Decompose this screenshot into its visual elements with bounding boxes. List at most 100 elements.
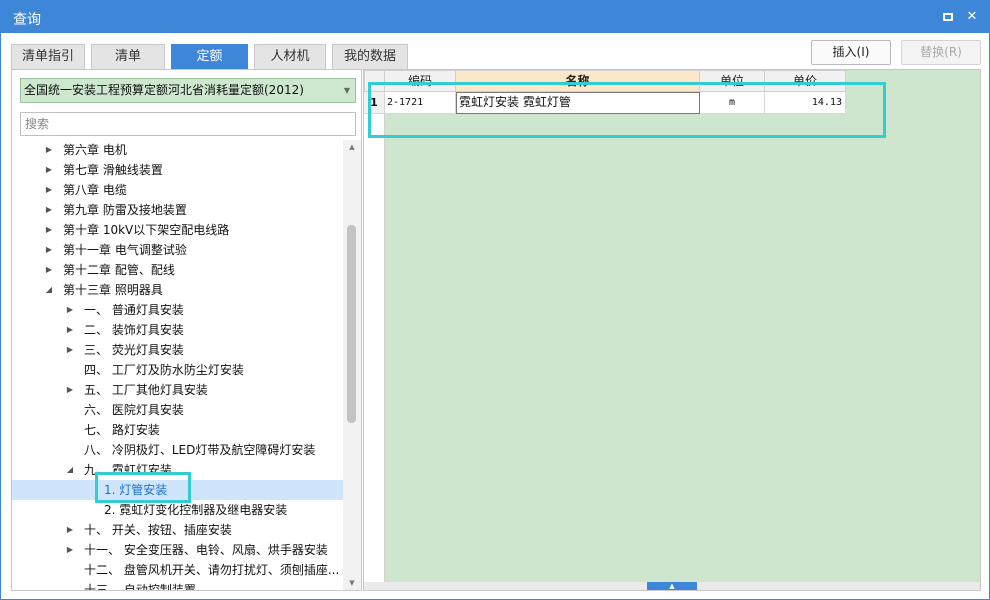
- tree-item[interactable]: ▶ 十、 开关、按钮、插座安装: [12, 520, 343, 540]
- replace-button[interactable]: 替换(R): [901, 40, 981, 65]
- scroll-up-icon[interactable]: ▲: [343, 140, 361, 154]
- quota-grid-panel: 编码 名称 单位 单价 1 2-1721 霓虹灯安装 霓虹灯管 m 14.13 …: [363, 69, 981, 591]
- tree-item-label: 十二、 盘管风机开关、请勿打扰灯、须刨插座...: [84, 563, 340, 577]
- tree-item-label: 三、 荧光灯具安装: [84, 343, 184, 357]
- search-input[interactable]: [20, 112, 356, 136]
- tree-item[interactable]: ▶ 第十一章 电气调整试验: [12, 240, 343, 260]
- tree-item-label: 十三、 自动控制装置: [84, 583, 196, 590]
- tree-item[interactable]: ◢ 九、 霓虹灯安装: [12, 460, 343, 480]
- maximize-icon: [943, 13, 953, 21]
- expand-icon[interactable]: ▶: [44, 240, 54, 260]
- quota-book-select[interactable]: 全国统一安装工程预算定额河北省消耗量定额(2012) ▼: [20, 78, 356, 103]
- expand-icon[interactable]: ▶: [65, 320, 75, 340]
- title-bar[interactable]: 查询 ✕: [1, 1, 989, 33]
- tree-item-label: 第十一章 电气调整试验: [63, 243, 187, 257]
- tree-item-label: 第十二章 配管、配线: [63, 263, 175, 277]
- tab-my-data[interactable]: 我的数据: [332, 44, 408, 70]
- collapse-icon[interactable]: ◢: [44, 280, 54, 300]
- maximize-button[interactable]: [938, 7, 958, 27]
- collapse-icon[interactable]: ◢: [65, 460, 75, 480]
- expand-icon[interactable]: ▶: [65, 340, 75, 360]
- corner-cell: [364, 70, 385, 92]
- insert-button[interactable]: 插入(I): [811, 40, 891, 65]
- chevron-down-icon: ▼: [343, 86, 350, 95]
- tree-item-label: 1. 灯管安装: [104, 483, 168, 497]
- tree-item[interactable]: ▶ 第十章 10kV以下架空配电线路: [12, 220, 343, 240]
- quota-grid: 编码 名称 单位 单价 1 2-1721 霓虹灯安装 霓虹灯管 m 14.13: [364, 70, 980, 582]
- cell-name[interactable]: 霓虹灯安装 霓虹灯管: [456, 92, 700, 114]
- expand-icon[interactable]: ▶: [65, 540, 75, 560]
- tree-item-label: 二、 装饰灯具安装: [84, 323, 184, 337]
- row-index: 1: [364, 92, 385, 114]
- tree-item-selected[interactable]: 1. 灯管安装: [12, 480, 343, 500]
- tab-list-guide[interactable]: 清单指引: [11, 44, 85, 70]
- tree-item-label: 九、 霓虹灯安装: [84, 463, 172, 477]
- tree-item[interactable]: 2. 霓虹灯变化控制器及继电器安装: [12, 500, 343, 520]
- tree-item-label: 六、 医院灯具安装: [84, 403, 184, 417]
- tree-item[interactable]: ▶ 第八章 电缆: [12, 180, 343, 200]
- expand-icon[interactable]: ▶: [44, 220, 54, 240]
- column-header-price[interactable]: 单价: [765, 70, 846, 92]
- tree-item[interactable]: ◢ 第十三章 照明器具: [12, 280, 343, 300]
- expand-icon[interactable]: ▶: [44, 260, 54, 280]
- scroll-down-icon[interactable]: ▼: [343, 576, 361, 590]
- expand-icon[interactable]: ▶: [44, 140, 54, 160]
- tree-item[interactable]: 四、 工厂灯及防水防尘灯安装: [12, 360, 343, 380]
- column-header-unit[interactable]: 单位: [700, 70, 765, 92]
- tree-scrollbar[interactable]: ▲ ▼: [343, 140, 361, 590]
- expand-icon[interactable]: ▶: [44, 200, 54, 220]
- cell-price[interactable]: 14.13: [765, 92, 846, 114]
- tree-item[interactable]: ▶ 二、 装饰灯具安装: [12, 320, 343, 340]
- tab-quota[interactable]: 定额: [171, 44, 248, 70]
- tree-item-label: 十一、 安全变压器、电铃、风扇、烘手器安装: [84, 543, 328, 557]
- scrollbar-thumb[interactable]: [347, 225, 356, 423]
- expand-icon[interactable]: ▶: [44, 180, 54, 200]
- tree-item-label: 第九章 防雷及接地装置: [63, 203, 187, 217]
- tree-item-label: 第十章 10kV以下架空配电线路: [63, 223, 230, 237]
- tree-item[interactable]: ▶ 第六章 电机: [12, 140, 343, 160]
- tree-item[interactable]: ▶ 第九章 防雷及接地装置: [12, 200, 343, 220]
- tree-item[interactable]: ▶ 十一、 安全变压器、电铃、风扇、烘手器安装: [12, 540, 343, 560]
- tree-item-label: 七、 路灯安装: [84, 423, 160, 437]
- tree-item[interactable]: ▶ 第十二章 配管、配线: [12, 260, 343, 280]
- expand-icon[interactable]: ▶: [65, 520, 75, 540]
- splitter-toggle-icon[interactable]: ▲: [647, 582, 697, 590]
- row-header-gutter: [364, 70, 385, 582]
- tree-item[interactable]: 七、 路灯安装: [12, 420, 343, 440]
- column-header-code[interactable]: 编码: [385, 70, 456, 92]
- tree-item[interactable]: 六、 医院灯具安装: [12, 400, 343, 420]
- quota-tree-panel: 全国统一安装工程预算定额河北省消耗量定额(2012) ▼ ▶ 第六章 电机 ▶ 第七…: [11, 69, 362, 591]
- tree-item-label: 第八章 电缆: [63, 183, 127, 197]
- expand-icon[interactable]: ▶: [65, 300, 75, 320]
- tree-item[interactable]: ▶ 三、 荧光灯具安装: [12, 340, 343, 360]
- cell-code[interactable]: 2-1721: [385, 92, 456, 114]
- cell-unit[interactable]: m: [700, 92, 765, 114]
- query-window: 查询 ✕ 清单指引 清单 定额 人材机 我的数据 插入(I) 替换(R) 全国统…: [0, 0, 990, 600]
- column-header-name[interactable]: 名称: [456, 70, 700, 92]
- quota-book-value: 全国统一安装工程预算定额河北省消耗量定额(2012): [24, 83, 304, 97]
- expand-icon[interactable]: ▶: [44, 160, 54, 180]
- close-button[interactable]: ✕: [962, 7, 982, 27]
- tree-item-label: 八、 冷阴极灯、LED灯带及航空障碍灯安装: [84, 443, 316, 457]
- tree-item-label: 2. 霓虹灯变化控制器及继电器安装: [104, 503, 288, 517]
- grid-header: 编码 名称 单位 单价: [364, 70, 980, 92]
- tree-item-label: 十、 开关、按钮、插座安装: [84, 523, 232, 537]
- tree-item-label: 一、 普通灯具安装: [84, 303, 184, 317]
- tree-item-label: 第七章 滑触线装置: [63, 163, 163, 177]
- expand-icon[interactable]: ▶: [65, 380, 75, 400]
- tab-labor-material-machine[interactable]: 人材机: [254, 44, 326, 70]
- tree-item[interactable]: ▶ 五、 工厂其他灯具安装: [12, 380, 343, 400]
- tree-item-label: 第六章 电机: [63, 143, 127, 157]
- table-row[interactable]: 1 2-1721 霓虹灯安装 霓虹灯管 m 14.13: [364, 92, 980, 114]
- tree-item[interactable]: ▶ 一、 普通灯具安装: [12, 300, 343, 320]
- tree-item[interactable]: 十二、 盘管风机开关、请勿打扰灯、须刨插座...: [12, 560, 343, 580]
- tree-item[interactable]: ▶ 第七章 滑触线装置: [12, 160, 343, 180]
- grid-splitter-bar[interactable]: ▲: [364, 582, 980, 590]
- tree-item[interactable]: 八、 冷阴极灯、LED灯带及航空障碍灯安装: [12, 440, 343, 460]
- tab-list[interactable]: 清单: [91, 44, 165, 70]
- tree-item[interactable]: 十三、 自动控制装置: [12, 580, 343, 590]
- tree-item-label: 四、 工厂灯及防水防尘灯安装: [84, 363, 244, 377]
- window-title: 查询: [13, 12, 41, 28]
- tree-item-label: 第十三章 照明器具: [63, 283, 163, 297]
- tree-item-label: 五、 工厂其他灯具安装: [84, 383, 208, 397]
